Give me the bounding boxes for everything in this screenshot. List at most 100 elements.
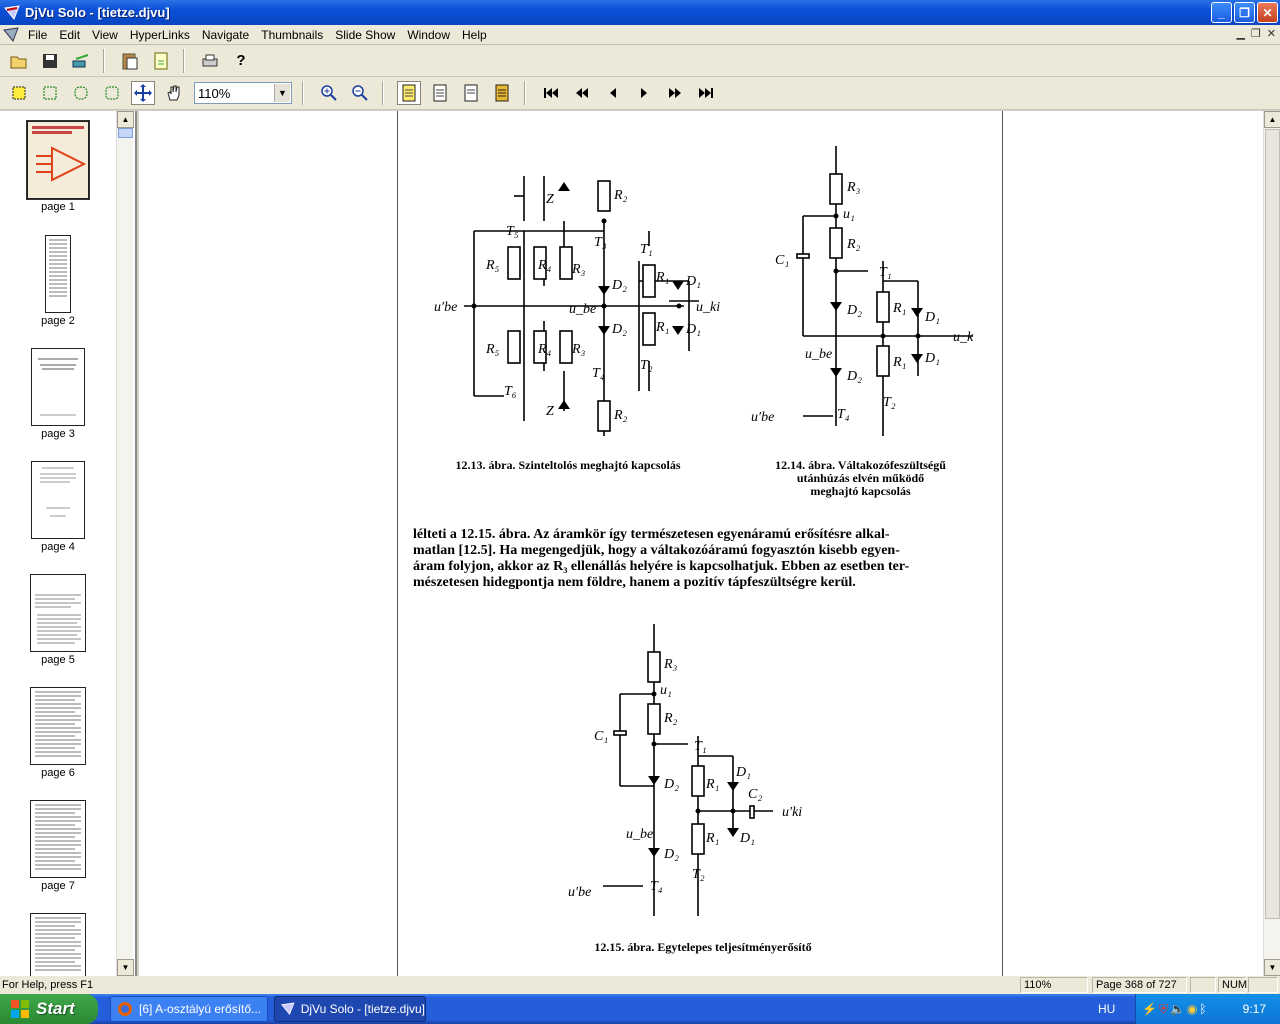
menu-edit[interactable]: Edit xyxy=(53,25,86,45)
zoom-input[interactable] xyxy=(195,83,273,103)
label-r4b: R₄ xyxy=(537,342,552,357)
thumbnails-pane[interactable]: page 1 page 2 page 3 page 4 page 5 page … xyxy=(0,111,137,976)
view-toolbar: ▼ xyxy=(0,77,1280,110)
scrollbar-thumb[interactable] xyxy=(118,128,133,138)
start-label: Start xyxy=(36,999,75,1018)
menu-slide-show[interactable]: Slide Show xyxy=(329,25,401,45)
menu-window[interactable]: Window xyxy=(401,25,456,45)
thumbnail-image xyxy=(26,120,90,200)
thumbnails-scrollbar[interactable]: ▲ ▼ xyxy=(116,111,134,976)
thumbnail-page-2[interactable]: page 2 xyxy=(0,235,116,327)
menu-hyperlinks[interactable]: HyperLinks xyxy=(124,25,196,45)
minimize-button[interactable]: _ xyxy=(1211,2,1232,23)
thumbnail-page-6[interactable]: page 6 xyxy=(0,687,116,779)
select-frame-icon[interactable] xyxy=(38,81,62,105)
thumbnail-page-3[interactable]: page 3 xyxy=(0,348,116,440)
help-icon[interactable]: ? xyxy=(229,49,253,73)
start-button[interactable]: Start xyxy=(0,994,98,1024)
bluetooth-icon[interactable]: ᛒ xyxy=(1199,1002,1206,1016)
status-page: Page 368 of 727 xyxy=(1092,977,1187,993)
close-button[interactable]: ✕ xyxy=(1257,2,1278,23)
label-uki: u_ki xyxy=(696,300,720,315)
taskbar-item-firefox[interactable]: [6] A-osztályú erősítő... xyxy=(110,996,268,1022)
scroll-up-button[interactable]: ▲ xyxy=(117,111,134,128)
scrollbar-thumb[interactable] xyxy=(1265,129,1280,919)
page-layout-single-icon[interactable] xyxy=(397,81,421,105)
last-page-icon[interactable] xyxy=(694,81,718,105)
document-scrollbar[interactable]: ▲ ▼ xyxy=(1263,111,1280,976)
task-label: [6] A-osztályú erősítő... xyxy=(139,1002,262,1016)
task-label: DjVu Solo - [tietze.djvu] xyxy=(300,1002,425,1016)
thumbnail-page-4[interactable]: page 4 xyxy=(0,461,116,553)
label-d2: D₂ xyxy=(846,303,862,318)
zoom-out-icon[interactable] xyxy=(348,81,372,105)
next-page-icon[interactable] xyxy=(632,81,656,105)
volume-icon[interactable]: 🔈 xyxy=(1170,1002,1185,1016)
security-shield-icon[interactable]: ⛨ xyxy=(1159,1002,1168,1017)
label-zb: Z xyxy=(546,404,554,419)
page-layout-width-icon[interactable] xyxy=(459,81,483,105)
select-rect-icon[interactable] xyxy=(7,81,31,105)
document-view[interactable]: R₂ Z T₅ T₃ T₁ R₅ R₄ R₃ R₁ D₁ D₂ u′be u_b… xyxy=(139,111,1263,976)
thumbnail-image xyxy=(45,235,71,313)
thumbnail-page-8[interactable] xyxy=(0,913,116,976)
label-r3b: R₃ xyxy=(571,342,586,357)
menu-file[interactable]: File xyxy=(22,25,53,45)
open-icon[interactable] xyxy=(7,49,31,73)
restore-button[interactable]: ❐ xyxy=(1234,2,1255,23)
label-t4: T₄ xyxy=(837,407,850,422)
select-ellipse-icon[interactable] xyxy=(69,81,93,105)
scroll-up-button[interactable]: ▲ xyxy=(1264,111,1280,128)
label-r1b: R₁ xyxy=(655,320,669,335)
toolbar-separator xyxy=(302,81,304,105)
status-bar: For Help, press F1 110% Page 368 of 727 … xyxy=(0,976,1280,994)
firefox-icon xyxy=(118,1002,132,1016)
taskbar-item-djvu[interactable]: DjVu Solo - [tietze.djvu] xyxy=(274,996,426,1022)
menu-thumbnails[interactable]: Thumbnails xyxy=(255,25,329,45)
zoom-in-icon[interactable] xyxy=(317,81,341,105)
mdi-minimize-button[interactable]: ▁ xyxy=(1236,27,1244,40)
scroll-down-button[interactable]: ▼ xyxy=(1264,959,1280,976)
scroll-down-button[interactable]: ▼ xyxy=(117,959,134,976)
paragraph-line: matlan [12.5]. Ha megengedjük, hogy a vá… xyxy=(413,543,900,558)
status-empty xyxy=(1190,977,1216,993)
previous-page-icon[interactable] xyxy=(601,81,625,105)
zoom-combobox[interactable]: ▼ xyxy=(194,82,292,104)
chevron-down-icon[interactable]: ▼ xyxy=(274,84,290,102)
select-round-icon[interactable] xyxy=(100,81,124,105)
thumbnail-page-7[interactable]: page 7 xyxy=(0,800,116,892)
export-icon[interactable] xyxy=(69,49,93,73)
page-layout-continuous-icon[interactable] xyxy=(490,81,514,105)
hand-tool-icon[interactable] xyxy=(162,81,186,105)
mdi-close-button[interactable]: ✕ xyxy=(1267,27,1276,40)
document-icon[interactable] xyxy=(3,26,19,43)
thumbnail-label: page 6 xyxy=(41,767,75,779)
label-t2: T₂ xyxy=(692,867,705,882)
label-ube-in: u′be xyxy=(751,410,774,425)
figure-12-13-schematic: R₂ Z T₅ T₃ T₁ R₅ R₄ R₃ R₁ D₁ D₂ u′be u_b… xyxy=(434,176,720,436)
document-properties-icon[interactable] xyxy=(149,49,173,73)
title-bar[interactable]: DjVu Solo - [tietze.djvu] _ ❐ ✕ xyxy=(0,0,1280,25)
page-layout-fit-icon[interactable] xyxy=(428,81,452,105)
language-indicator[interactable]: HU xyxy=(1098,1002,1115,1016)
menu-help[interactable]: Help xyxy=(456,25,493,45)
label-t1: T₁ xyxy=(640,242,653,257)
network-icon[interactable]: ⚡ xyxy=(1142,1002,1157,1016)
window-title: DjVu Solo - [tietze.djvu] xyxy=(25,5,170,20)
pan-tool-icon[interactable] xyxy=(131,81,155,105)
label-d2: D₂ xyxy=(611,278,627,293)
print-icon[interactable] xyxy=(198,49,222,73)
previous-screen-icon[interactable] xyxy=(570,81,594,105)
thumbnail-page-5[interactable]: page 5 xyxy=(0,574,116,666)
thumbnail-label: page 1 xyxy=(41,201,75,213)
thumbnail-page-1[interactable]: page 1 xyxy=(0,120,116,213)
paste-icon[interactable] xyxy=(118,49,142,73)
mdi-restore-button[interactable]: ❐ xyxy=(1251,27,1261,40)
toolbar-separator xyxy=(524,81,526,105)
menu-view[interactable]: View xyxy=(86,25,124,45)
first-page-icon[interactable] xyxy=(539,81,563,105)
next-screen-icon[interactable] xyxy=(663,81,687,105)
antivirus-icon[interactable]: ◉ xyxy=(1187,1002,1197,1016)
menu-navigate[interactable]: Navigate xyxy=(196,25,255,45)
save-icon[interactable] xyxy=(38,49,62,73)
